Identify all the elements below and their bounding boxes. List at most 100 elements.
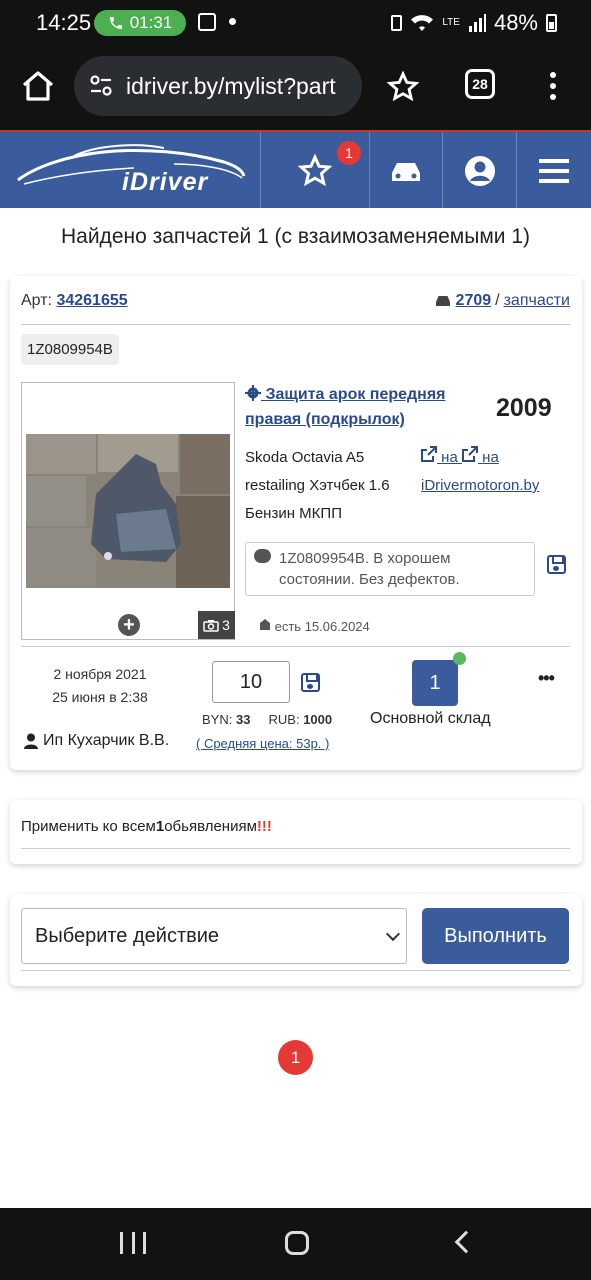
article-row: Арт: 34261655 [21,292,128,310]
chevron-down-icon [385,926,401,942]
apply-to-all-text[interactable]: Применить ко всем1обьявлениям!!! [21,818,272,835]
url-text: idriver.by/mylist?part [126,72,336,99]
photo-count-badge[interactable]: 3 [198,611,235,639]
gallery-notification-icon [198,13,216,31]
call-indicator[interactable]: 01:31 [94,10,186,36]
parts-link[interactable]: запчасти [504,292,570,310]
car-id-link[interactable]: 2709 [456,292,492,310]
created-date: 2 ноября 2021 [53,666,147,682]
rub-label: RUB: [268,712,300,727]
add-photo-icon[interactable]: + [118,614,140,636]
comment-text: 1Z0809954B. В хорошем состоянии. Без деф… [279,550,460,588]
external-links: на на iDrivermotoron.by [421,444,539,500]
battery-percent: 48% [493,10,538,35]
hamburger-icon [539,159,569,183]
car-links: 2709 / запчасти [434,292,570,310]
car-small-icon [435,296,450,306]
external-link-1[interactable]: на [421,446,462,466]
back-icon[interactable] [454,1230,478,1254]
user-circle-icon [464,156,495,186]
photo-count: 3 [222,617,230,633]
save-quantity-icon[interactable] [301,673,320,692]
more-options-icon[interactable]: ••• [538,668,555,689]
updated-date: 25 июня в 2:38 [52,689,148,705]
seller: Ип Кухарчик В.В. [24,732,169,750]
hamburger-menu-button[interactable] [517,132,591,210]
part-code-chip: 1Z0809954B [21,334,119,365]
save-comment-icon[interactable] [547,555,566,574]
article-number-link[interactable]: 34261655 [56,292,127,309]
car-icon [392,163,420,181]
warehouse-icon [260,619,270,630]
average-price-link[interactable]: ( Средняя цена: 53р. ) [196,736,329,751]
external-link-icon [421,446,437,462]
network-type: LTE [442,17,460,28]
external-link-icon [461,446,478,462]
action-select[interactable]: Выберите действие [21,908,407,964]
garage-button[interactable] [370,132,442,210]
part-title: Защита арок передняя правая (подкрылок) [245,386,446,428]
browser-menu-icon[interactable] [546,68,560,108]
execute-button[interactable]: Выполнить [422,908,569,964]
favorites-badge: 1 [337,141,361,165]
divider [21,646,570,647]
pagination-current-page[interactable]: 1 [278,1040,313,1075]
article-label: Арт: [21,292,52,309]
signal-icon [468,14,486,32]
home-nav-icon[interactable] [285,1231,309,1255]
photo-box: + 3 [21,382,235,640]
bulk-apply-card: Применить ко всем1обьявлениям!!! [10,800,582,864]
part-photo[interactable] [26,434,230,588]
divider [21,970,570,971]
status-right: LTE 48% [391,10,557,36]
divider [21,848,570,849]
tab-switcher-button[interactable]: 28 [465,69,495,99]
user-icon [24,733,38,749]
wifi-icon [411,15,434,31]
battery-icon [546,14,557,32]
logo-text: iDriver [122,168,209,196]
favorites-star-icon [297,153,333,187]
call-timer: 01:31 [129,13,173,32]
dates: 2 ноября 2021 25 июня в 2:38 [10,663,190,709]
recent-apps-icon[interactable] [120,1232,146,1254]
divider [21,324,570,325]
rub-value: 1000 [303,712,333,727]
bookmark-star-icon[interactable] [386,70,420,104]
prices: BYN: 33 RUB: 1000 [202,712,332,727]
camera-icon [203,619,219,632]
car-links-separator: / [495,292,500,309]
actions-card: Выберите действие Выполнить [10,894,582,986]
site-settings-icon[interactable] [88,73,114,99]
part-title-link[interactable]: Защита арок передняя правая (подкрылок) [245,382,475,432]
favorites-button[interactable]: 1 [261,132,369,210]
system-navigation-bar [0,1208,591,1280]
comment-icon [254,549,271,563]
stock-date: есть 15.06.2024 [259,618,370,634]
action-select-value: Выберите действие [35,925,220,947]
phone-icon [109,17,122,29]
settings-gear-icon[interactable] [453,652,466,665]
part-card: Арт: 34261655 2709 / запчасти 1Z0809954B… [10,276,582,770]
site-header: iDriver 1 [0,130,591,210]
status-time: 14:25 [36,10,92,35]
results-count-heading: Найдено запчастей 1 (с взаимозаменяемыми… [60,225,530,248]
external-site-link[interactable]: iDrivermotoron.by [421,477,539,494]
quantity-input[interactable]: 10 [212,661,290,703]
gear-icon [245,385,261,401]
byn-label: BYN: [202,712,233,727]
car-description: Skoda Octavia A5 restailing Хэтчбек 1.6 … [245,449,390,522]
external-link-2[interactable]: на [461,446,499,466]
comment-field[interactable]: 1Z0809954B. В хорошем состоянии. Без деф… [245,542,535,596]
url-field[interactable]: idriver.by/mylist?part [74,56,362,116]
stock-count-button[interactable]: 1 [412,660,458,706]
part-year: 2009 [496,394,552,422]
browser-toolbar: idriver.by/mylist?part 28 [0,48,591,130]
byn-value: 33 [235,712,251,727]
seller-name: Ип Кухарчик В.В. [43,732,170,749]
status-bar: 14:25 01:31 LTE 48% [0,0,591,48]
sim-icon [391,15,403,31]
notification-dot-icon [229,18,236,25]
account-button[interactable] [443,132,516,210]
home-icon[interactable] [18,66,58,106]
